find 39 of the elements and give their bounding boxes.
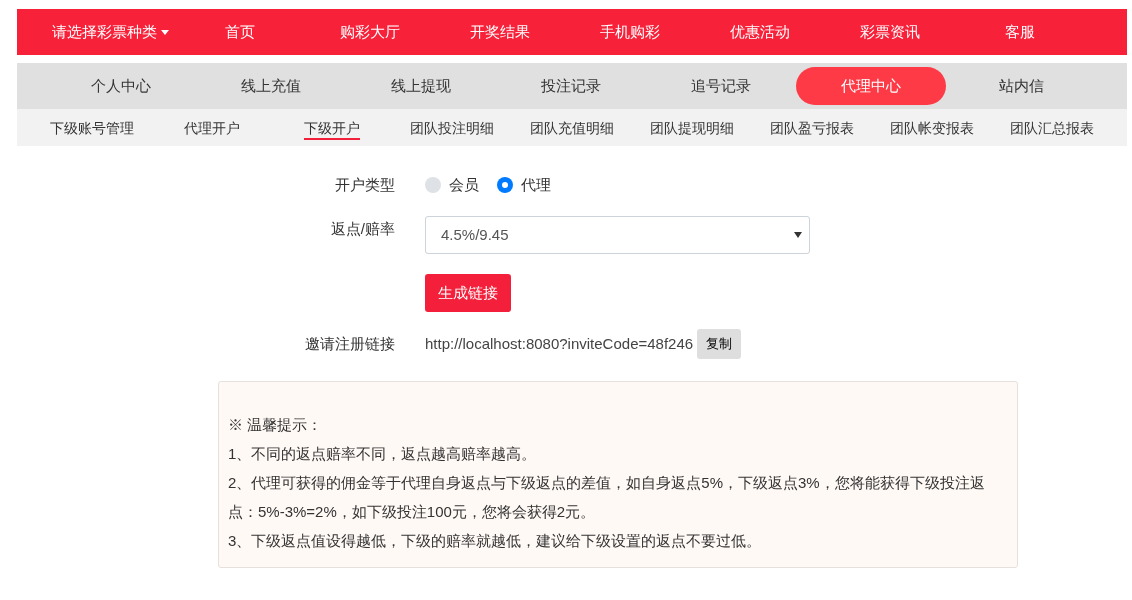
generate-link-button[interactable]: 生成链接 bbox=[425, 274, 511, 312]
rebate-select[interactable]: 4.5%/9.45 bbox=[425, 216, 810, 254]
nav-link[interactable]: 首页 bbox=[175, 20, 305, 44]
user-nav-tab[interactable]: 线上提现 bbox=[346, 67, 496, 105]
account-type-radio[interactable]: 代理 bbox=[497, 173, 551, 197]
agent-nav-tab[interactable]: 团队提现明细 bbox=[650, 117, 734, 138]
field-label: 返点/赔率 bbox=[329, 219, 395, 239]
tips-title: ※ 温馨提示： bbox=[228, 415, 324, 435]
invite-link-text: http://localhost:8080?inviteCode=48f246 bbox=[425, 333, 694, 354]
tip-text: 3、下级返点值设得越低，下级的赔率就越低，建议给下级设置的返点不要过低。 bbox=[228, 531, 763, 551]
account-type-radio[interactable]: 会员 bbox=[425, 173, 479, 197]
user-nav-tab[interactable]: 个人中心 bbox=[46, 67, 196, 105]
caret-down-icon bbox=[160, 29, 169, 35]
agent-nav-tab[interactable]: 下级账号管理 bbox=[50, 117, 134, 138]
user-nav-tab[interactable]: 追号记录 bbox=[646, 67, 796, 105]
tip-text: 2、代理可获得的佣金等于代理自身返点与下级返点的差值，如自身返点5%，下级返点3%，您将能获得下级投注返点：5%-3%=2%，如下级投注100元，您将会获得2元。 bbox=[228, 473, 986, 522]
nav-link[interactable]: 请选择彩票种类 bbox=[45, 20, 175, 44]
agent-nav-tab[interactable]: 代理开户 bbox=[184, 117, 240, 138]
nav-link[interactable]: 购彩大厅 bbox=[305, 20, 435, 44]
field-label: 邀请注册链接 bbox=[304, 333, 395, 354]
agent-nav-tab[interactable]: 下级开户 bbox=[304, 117, 360, 140]
user-nav-tab[interactable]: 线上充值 bbox=[196, 67, 346, 105]
field-label: 开户类型 bbox=[334, 174, 395, 195]
tip-text: 1、不同的返点赔率不同，返点越高赔率越高。 bbox=[228, 444, 538, 464]
agent-nav-tab[interactable]: 团队帐变报表 bbox=[890, 117, 974, 138]
user-nav-tab[interactable]: 代理中心 bbox=[796, 67, 946, 105]
nav-link[interactable]: 开奖结果 bbox=[435, 20, 565, 44]
agent-nav-tab[interactable]: 团队汇总报表 bbox=[1010, 117, 1094, 138]
caret-down-icon bbox=[794, 232, 802, 238]
user-nav-tab[interactable]: 站内信 bbox=[946, 67, 1096, 105]
nav-link[interactable]: 手机购彩 bbox=[565, 20, 695, 44]
agent-nav-tab[interactable]: 团队充值明细 bbox=[530, 117, 614, 138]
agent-nav-tab[interactable]: 团队盈亏报表 bbox=[770, 117, 854, 138]
agent-nav-tab[interactable]: 团队投注明细 bbox=[410, 117, 494, 138]
user-nav-tab[interactable]: 投注记录 bbox=[496, 67, 646, 105]
nav-link[interactable]: 客服 bbox=[955, 20, 1085, 44]
nav-link[interactable]: 彩票资讯 bbox=[825, 20, 955, 44]
nav-link[interactable]: 优惠活动 bbox=[695, 20, 825, 44]
copy-button[interactable]: 复制 bbox=[697, 329, 742, 359]
